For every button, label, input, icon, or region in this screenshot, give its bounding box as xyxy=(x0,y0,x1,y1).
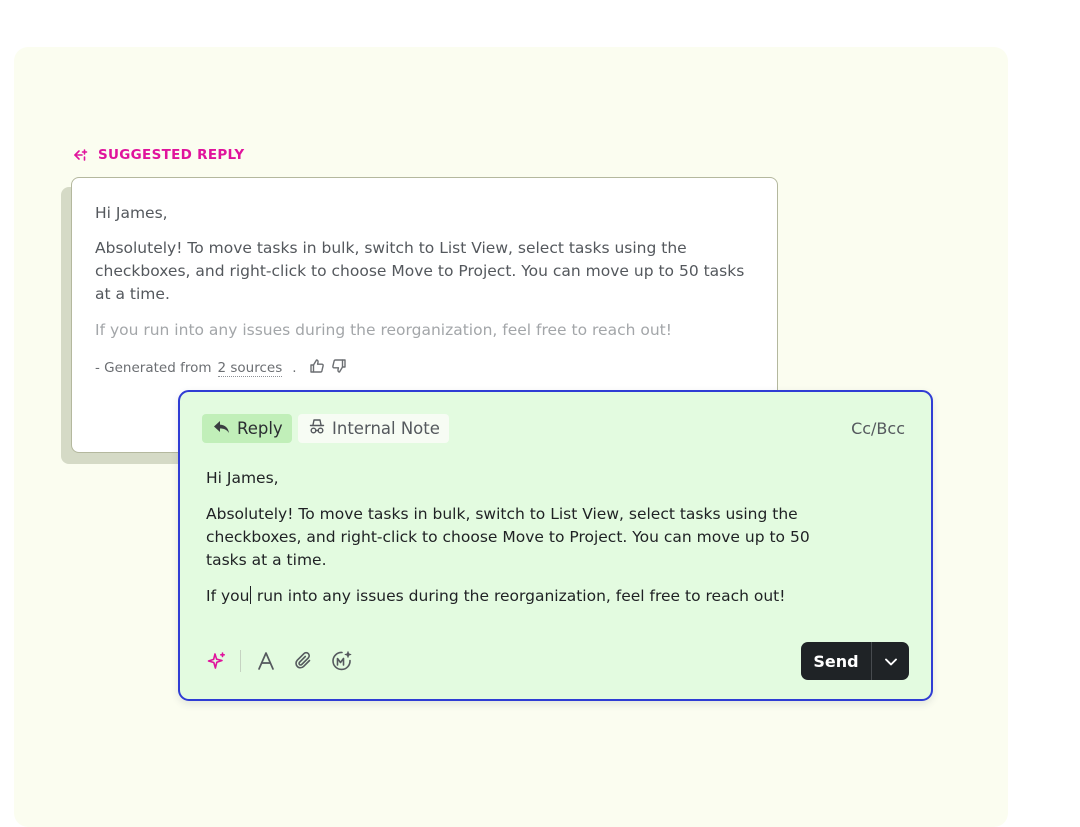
chevron-down-icon xyxy=(884,652,898,671)
tab-internal-note[interactable]: Internal Note xyxy=(298,414,449,443)
ai-sparkle-icon[interactable] xyxy=(206,650,228,672)
reply-composer: Reply Internal Note Cc/Bcc Hi James, Abs… xyxy=(178,390,933,701)
suggested-reply-label: SUGGESTED REPLY xyxy=(98,147,245,163)
thumbs-up-icon[interactable] xyxy=(309,358,325,378)
tab-internal-note-label: Internal Note xyxy=(332,419,440,438)
suggested-body: Absolutely! To move tasks in bulk, switc… xyxy=(95,239,745,303)
attachment-icon[interactable] xyxy=(293,650,315,672)
generated-suffix: . xyxy=(292,360,297,376)
reply-arrow-icon xyxy=(213,419,230,438)
send-options-button[interactable] xyxy=(872,642,909,680)
generated-from-row: - Generated from 2 sources . xyxy=(95,358,347,378)
thumbs-down-icon[interactable] xyxy=(331,358,347,378)
macro-icon[interactable] xyxy=(331,650,353,672)
send-button[interactable]: Send xyxy=(801,642,871,680)
sources-link[interactable]: 2 sources xyxy=(217,360,283,377)
tab-reply[interactable]: Reply xyxy=(202,414,292,443)
suggested-closing: If you run into any issues during the re… xyxy=(95,321,672,339)
text-format-icon[interactable] xyxy=(255,650,277,672)
suggested-reply-header: SUGGESTED REPLY xyxy=(72,146,244,164)
incognito-icon xyxy=(309,418,325,439)
compose-closing-start: If you xyxy=(206,587,250,605)
send-button-group: Send xyxy=(801,642,909,680)
generated-from-text: - Generated from xyxy=(95,360,212,376)
compose-body[interactable]: Absolutely! To move tasks in bulk, switc… xyxy=(206,503,821,572)
compose-closing[interactable]: If you run into any issues during the re… xyxy=(206,585,785,608)
tab-reply-label: Reply xyxy=(237,419,283,438)
cc-bcc-link[interactable]: Cc/Bcc xyxy=(851,419,905,438)
compose-closing-end: run into any issues during the reorganiz… xyxy=(251,587,786,605)
suggested-reply-icon xyxy=(72,148,88,162)
composer-toolbar xyxy=(206,650,353,672)
compose-greeting[interactable]: Hi James, xyxy=(206,467,279,490)
suggested-greeting: Hi James, xyxy=(95,204,168,222)
toolbar-divider xyxy=(240,650,241,672)
